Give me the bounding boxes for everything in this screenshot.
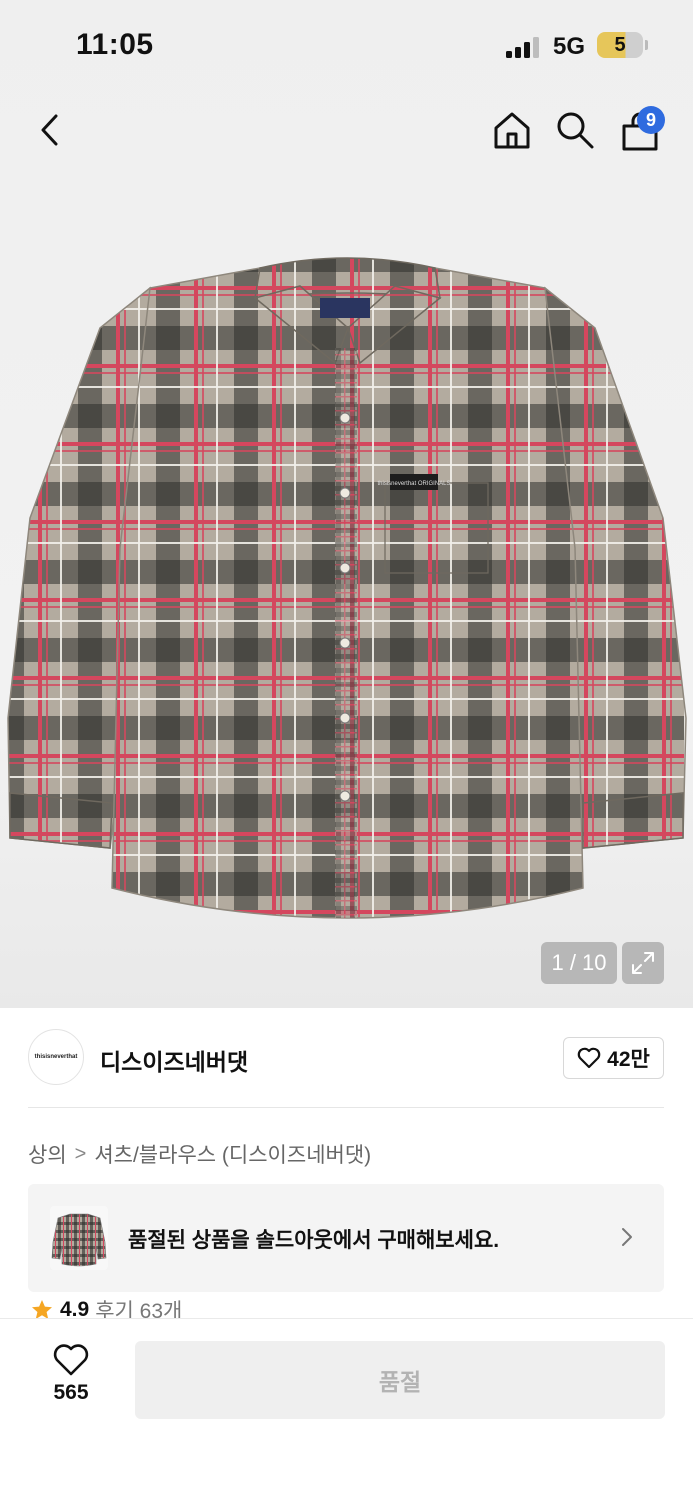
gallery-pager: 1 / 10 [541,942,617,984]
brand-logo-text: thisisneverthat [34,1054,78,1060]
search-button[interactable] [551,106,599,154]
chest-label-text: thisisneverthat ORIGINALS [377,481,450,487]
search-icon [557,112,594,149]
breadcrumb-separator: > [74,1142,87,1165]
home-button[interactable] [488,106,536,154]
product-photo[interactable]: thisisneverthat ORIGINALS [0,248,693,938]
wishlist-button[interactable]: 565 [40,1343,102,1405]
divider [28,1107,664,1108]
product-image-gallery[interactable]: 11:05 5G 5 9 thisisneverthat ORIGINALS 1… [0,0,693,1008]
brand-like-count: 42만 [607,1048,650,1071]
chevron-right-icon [622,1228,632,1246]
wishlist-count: 565 [53,1381,89,1404]
soldout-banner-text: 품절된 상품을 솔드아웃에서 구매해보세요. [128,1229,500,1252]
soldout-thumbnail [50,1206,108,1270]
brand-logo[interactable]: thisisneverthat [28,1029,84,1085]
cart-count-badge: 9 [637,106,665,134]
soldout-banner[interactable]: 품절된 상품을 솔드아웃에서 구매해보세요. [28,1184,664,1292]
breadcrumb-category[interactable]: 상의 [28,1139,67,1169]
expand-button[interactable] [622,942,664,984]
battery-tip [645,40,648,50]
shirt-thumbnail-icon [51,1213,107,1267]
heart-outline-icon [577,1047,601,1069]
breadcrumb: 상의 > 셔츠/블라우스 (디스이즈네버댓) [28,1139,371,1169]
brand-like-button[interactable]: 42만 [563,1037,664,1079]
signal-icon [506,36,542,58]
status-time: 11:05 [76,28,154,61]
brand-name[interactable]: 디스이즈네버댓 [100,1043,248,1077]
breadcrumb-subcategory[interactable]: 셔츠/블라우스 (디스이즈네버댓) [94,1139,371,1169]
heart-outline-icon [53,1344,89,1376]
battery-icon: 5 [597,32,643,58]
expand-icon [632,952,654,974]
network-type: 5G [553,33,586,60]
status-bar: 11:05 5G 5 [0,0,693,90]
bottom-action-bar: 565 품절 [0,1318,693,1500]
soldout-button[interactable]: 품절 [135,1341,665,1419]
home-icon [494,112,530,149]
chevron-left-icon [41,114,58,146]
battery-level: 5 [614,34,626,56]
back-button[interactable] [26,106,74,154]
